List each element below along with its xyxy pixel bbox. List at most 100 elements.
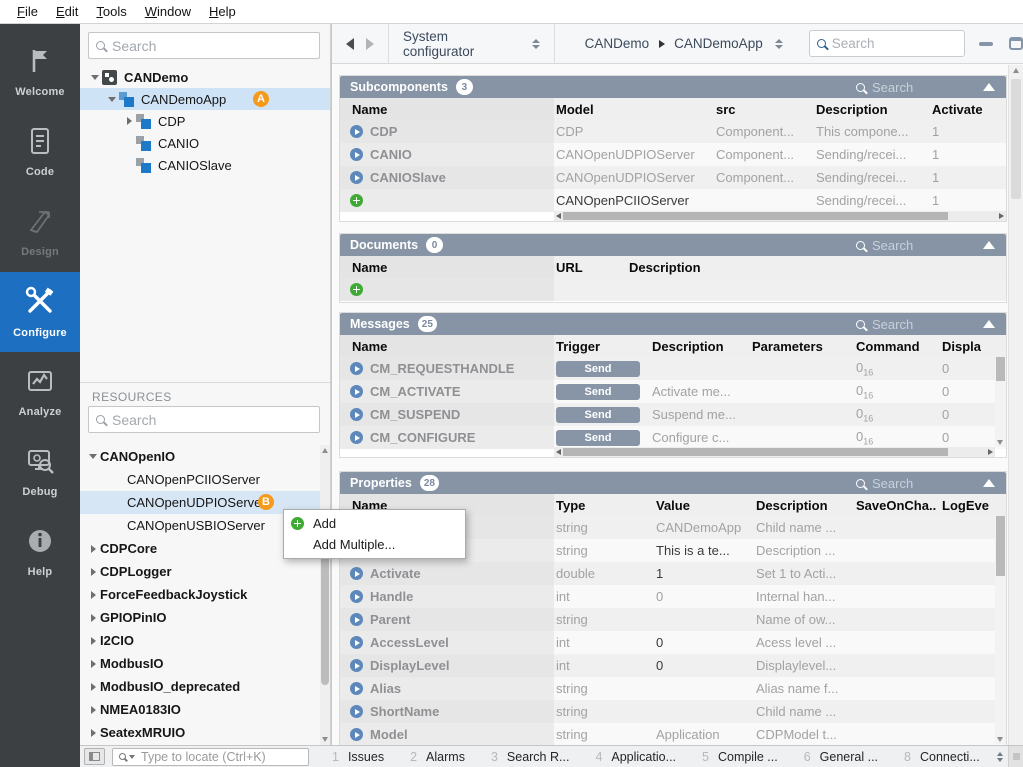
add-row[interactable]: [340, 278, 1006, 301]
output-tab-alarms[interactable]: 2 Alarms: [397, 746, 478, 767]
menu-file[interactable]: File: [8, 2, 47, 21]
resources-search[interactable]: [88, 406, 320, 433]
configurator-search-input[interactable]: [832, 36, 957, 51]
table-row[interactable]: DisplayLevel int 0 Displaylevel...: [340, 654, 1006, 677]
horizontal-scrollbar[interactable]: [554, 211, 1006, 221]
scroll-down-icon[interactable]: [322, 737, 328, 742]
tree-item-candemo[interactable]: CANDemo: [80, 66, 330, 88]
context-menu-add-multiple[interactable]: Add Multiple...: [284, 534, 465, 555]
send-button[interactable]: Send: [556, 407, 640, 423]
panel-toggle-button[interactable]: [84, 748, 105, 765]
expand-arrow-icon[interactable]: [88, 75, 102, 80]
back-arrow-icon[interactable]: [346, 38, 354, 50]
tree-item-canio[interactable]: CANIO: [80, 132, 330, 154]
activity-item-debug[interactable]: Debug: [0, 432, 80, 512]
expand-arrow-icon[interactable]: [86, 683, 100, 691]
resource-item-i2cio[interactable]: I2CIO: [80, 629, 330, 652]
breadcrumb-current[interactable]: CANDemoApp: [674, 36, 763, 51]
maximize-icon[interactable]: [1009, 37, 1023, 50]
collapse-triangle-icon[interactable]: [983, 83, 995, 91]
menu-edit[interactable]: Edit: [47, 2, 87, 21]
main-vertical-scrollbar[interactable]: [1008, 65, 1023, 745]
project-search-input[interactable]: [112, 38, 312, 54]
section-search[interactable]: Search: [856, 317, 913, 332]
table-row[interactable]: CM_CONFIGURE Send Configure c... 016 0: [340, 426, 1006, 449]
play-circle-icon[interactable]: [350, 148, 363, 161]
properties-header[interactable]: Properties 28 Search: [340, 472, 1006, 494]
table-row[interactable]: Alias string Alias name f...: [340, 677, 1006, 700]
add-plus-icon[interactable]: [350, 194, 363, 207]
scroll-down-icon[interactable]: [997, 440, 1003, 445]
resource-item-canopenpciioserver[interactable]: CANOpenPCIIOServer: [80, 468, 330, 491]
play-circle-icon[interactable]: [350, 636, 363, 649]
table-row[interactable]: Activate double 1 Set 1 to Acti...: [340, 562, 1006, 585]
activity-item-code[interactable]: Code: [0, 112, 80, 192]
output-tab-compile[interactable]: 5 Compile ...: [689, 746, 791, 767]
expand-arrow-icon[interactable]: [86, 706, 100, 714]
minimize-icon[interactable]: [979, 42, 994, 46]
section-search[interactable]: Search: [856, 80, 913, 95]
breadcrumb-root[interactable]: CANDemo: [585, 36, 650, 51]
table-row[interactable]: Parent string Name of ow...: [340, 608, 1006, 631]
messages-header[interactable]: Messages 25 Search: [340, 313, 1006, 335]
documents-header[interactable]: Documents 0 Search: [340, 234, 1006, 256]
output-tab-connections[interactable]: 8 Connecti...: [891, 746, 993, 767]
resource-item-gpiopinio[interactable]: GPIOPinIO: [80, 606, 330, 629]
expand-arrow-icon[interactable]: [105, 97, 119, 102]
send-button[interactable]: Send: [556, 430, 640, 446]
scroll-up-icon[interactable]: [1013, 68, 1019, 73]
menu-help[interactable]: Help: [200, 2, 245, 21]
expand-arrow-icon[interactable]: [86, 454, 100, 459]
collapse-triangle-icon[interactable]: [983, 320, 995, 328]
play-circle-icon[interactable]: [350, 567, 363, 580]
scrollbar-thumb[interactable]: [996, 357, 1005, 381]
add-plus-icon[interactable]: [350, 283, 363, 296]
table-row[interactable]: CM_REQUESTHANDLE Send 016 0: [340, 357, 1006, 380]
play-circle-icon[interactable]: [350, 385, 363, 398]
table-row[interactable]: CM_SUSPEND Send Suspend me... 016 0: [340, 403, 1006, 426]
resources-scrollbar[interactable]: [320, 445, 330, 745]
mode-selector[interactable]: System configurator: [403, 29, 520, 59]
table-row[interactable]: CDP CDP Component... This compone... 1: [340, 120, 1006, 143]
output-tab-application[interactable]: 4 Applicatio...: [582, 746, 689, 767]
expand-arrow-icon[interactable]: [86, 614, 100, 622]
locate-input[interactable]: [141, 750, 302, 764]
sort-arrows-icon[interactable]: [532, 39, 540, 49]
play-circle-icon[interactable]: [350, 682, 363, 695]
scrollbar-thumb[interactable]: [563, 212, 948, 220]
project-search[interactable]: [88, 32, 320, 59]
resource-item-seatexmruio[interactable]: SeatexMRUIO: [80, 721, 330, 744]
resource-item-canopenio[interactable]: CANOpenIO: [80, 445, 330, 468]
play-circle-icon[interactable]: [350, 705, 363, 718]
expand-arrow-icon[interactable]: [86, 545, 100, 553]
forward-arrow-icon[interactable]: [366, 38, 374, 50]
table-row[interactable]: ShortName string Child name ...: [340, 700, 1006, 723]
scroll-right-icon[interactable]: [988, 449, 993, 455]
configurator-search[interactable]: [809, 30, 965, 57]
tree-item-cdp[interactable]: CDP: [80, 110, 330, 132]
menu-window[interactable]: Window: [136, 2, 200, 21]
play-circle-icon[interactable]: [350, 431, 363, 444]
play-circle-icon[interactable]: [350, 613, 363, 626]
resource-item-cdplogger[interactable]: CDPLogger: [80, 560, 330, 583]
output-tab-issues[interactable]: 1 Issues: [319, 746, 397, 767]
play-circle-icon[interactable]: [350, 408, 363, 421]
add-row[interactable]: CANOpenPCIIOServer Sending/recei... 1: [340, 189, 1006, 212]
scroll-down-icon[interactable]: [997, 737, 1003, 742]
table-row[interactable]: Handle int 0 Internal han...: [340, 585, 1006, 608]
menu-tools[interactable]: Tools: [87, 2, 135, 21]
expand-arrow-icon[interactable]: [86, 568, 100, 576]
scrollbar-thumb[interactable]: [563, 448, 948, 456]
context-menu-add[interactable]: Add: [284, 513, 465, 534]
play-circle-icon[interactable]: [350, 362, 363, 375]
table-row[interactable]: AccessLevel int 0 Acess level ...: [340, 631, 1006, 654]
play-circle-icon[interactable]: [350, 659, 363, 672]
sort-arrows-icon[interactable]: [997, 752, 1003, 762]
scrollbar-thumb[interactable]: [321, 550, 329, 685]
table-row[interactable]: Model string Application CDPModel t...: [340, 723, 1006, 746]
subcomponents-header[interactable]: Subcomponents 3 Search: [340, 76, 1006, 98]
activity-item-welcome[interactable]: Welcome: [0, 32, 80, 112]
section-search[interactable]: Search: [856, 476, 913, 491]
send-button[interactable]: Send: [556, 384, 640, 400]
scroll-right-icon[interactable]: [999, 213, 1004, 219]
